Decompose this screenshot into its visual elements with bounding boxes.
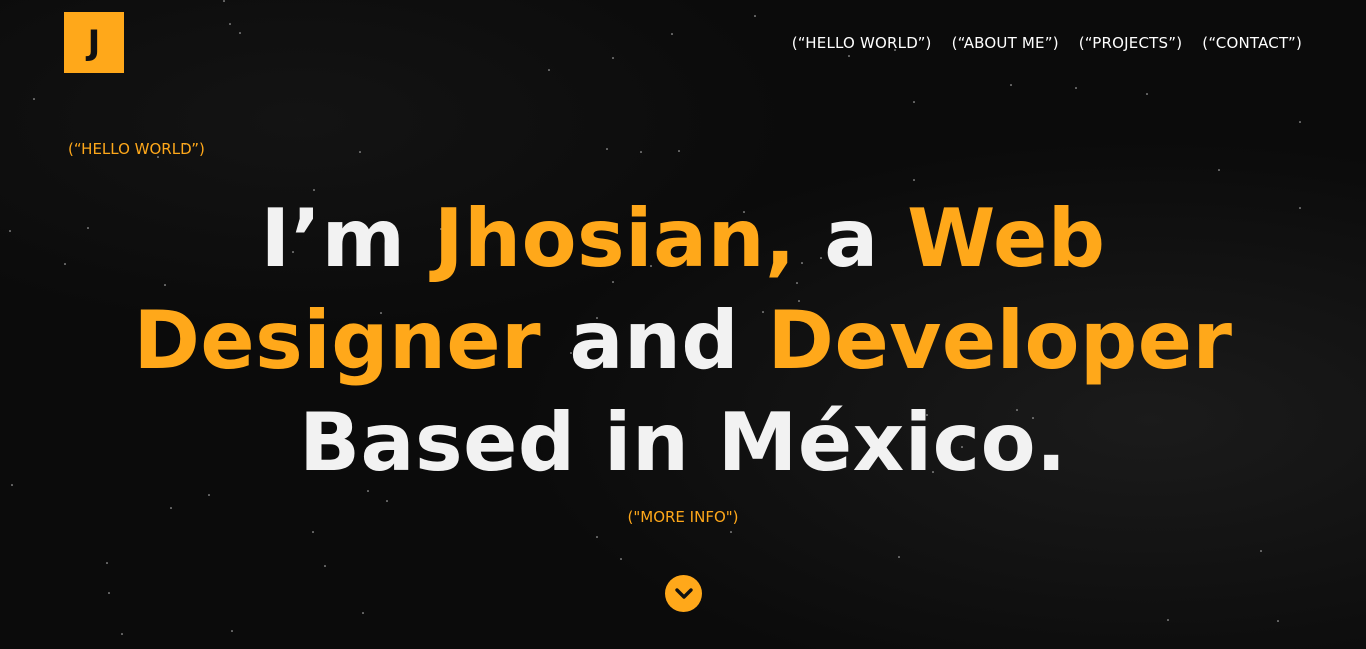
headline-highlight: Designer (133, 294, 542, 387)
star-dot (913, 179, 915, 181)
star-dot (606, 148, 608, 150)
hero-page: J (“HELLO WORLD”) (“ABOUT ME”) (“PROJECT… (0, 0, 1366, 649)
star-dot (1075, 87, 1077, 89)
star-dot (106, 562, 108, 564)
star-dot (913, 101, 915, 103)
star-dot (1146, 93, 1148, 95)
headline-highlight: Developer (767, 294, 1233, 387)
star-dot (362, 612, 364, 614)
star-dot (596, 536, 598, 538)
star-dot (121, 633, 123, 635)
main-nav: (“HELLO WORLD”) (“ABOUT ME”) (“PROJECTS”… (792, 34, 1302, 52)
star-dot (640, 151, 642, 153)
scroll-down-button[interactable] (665, 575, 702, 612)
star-dot (848, 55, 850, 57)
logo[interactable]: J (64, 12, 124, 73)
nav-item-hello-world[interactable]: (“HELLO WORLD”) (792, 34, 932, 52)
headline-text: I’m (260, 192, 434, 285)
nav-item-about-me[interactable]: (“ABOUT ME”) (952, 34, 1059, 52)
star-dot (223, 0, 225, 2)
star-dot (239, 32, 241, 34)
star-dot (671, 33, 673, 35)
star-dot (386, 500, 388, 502)
more-info-link[interactable]: ("MORE INFO") (0, 508, 1366, 526)
star-dot (1167, 619, 1169, 621)
star-dot (108, 592, 110, 594)
headline-name: Jhosian, (433, 192, 796, 285)
star-dot (678, 150, 680, 152)
star-dot (620, 558, 622, 560)
star-dot (33, 98, 35, 100)
star-dot (1010, 84, 1012, 86)
star-dot (324, 565, 326, 567)
star-dot (1299, 121, 1301, 123)
star-dot (1260, 550, 1262, 552)
star-dot (231, 630, 233, 632)
headline-text: and (541, 294, 768, 387)
star-dot (208, 494, 210, 496)
star-dot (312, 531, 314, 533)
star-dot (229, 23, 231, 25)
star-dot (1277, 620, 1279, 622)
star-dot (730, 531, 732, 533)
headline-highlight: Web (907, 192, 1106, 285)
section-tag: (“HELLO WORLD”) (68, 140, 205, 158)
star-dot (548, 69, 550, 71)
chevron-down-icon (674, 587, 693, 599)
star-dot (612, 57, 614, 59)
nav-item-projects[interactable]: (“PROJECTS”) (1079, 34, 1183, 52)
headline-text: Based in México. (299, 396, 1067, 489)
star-dot (898, 556, 900, 558)
nav-item-contact[interactable]: (“CONTACT”) (1202, 34, 1302, 52)
star-dot (359, 151, 361, 153)
hero-headline: I’m Jhosian, a Web Designer and Develope… (0, 188, 1366, 494)
star-dot (754, 15, 756, 17)
headline-text: a (795, 192, 908, 285)
logo-letter: J (87, 22, 101, 63)
star-dot (1218, 169, 1220, 171)
